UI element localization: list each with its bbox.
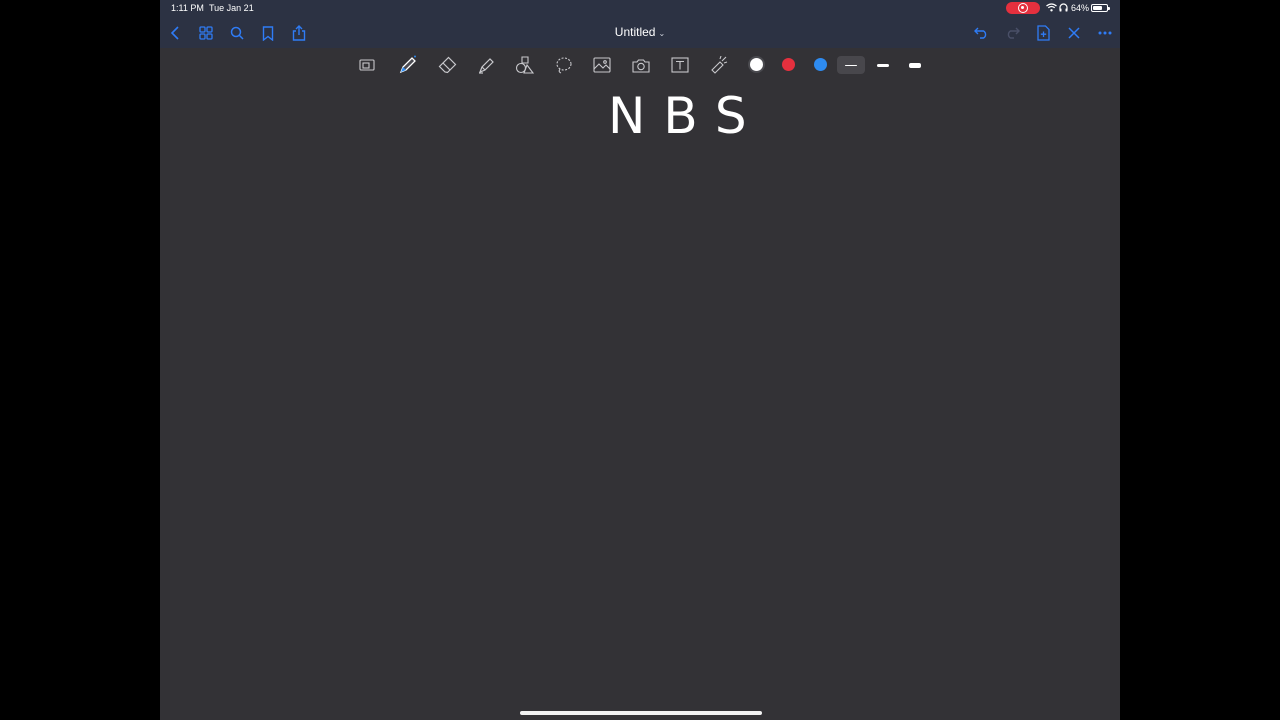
tool-bar (160, 48, 1120, 82)
ipad-screen: 1:11 PM Tue Jan 21 64% Untitled ⌄ NBS (160, 0, 1120, 720)
color-swatch-blue[interactable] (814, 58, 827, 71)
handwritten-text: NBS (608, 87, 765, 145)
more-icon[interactable] (1096, 24, 1114, 42)
lasso-icon[interactable] (554, 55, 574, 75)
zoom-box-icon[interactable] (357, 55, 377, 75)
status-bar: 1:11 PM Tue Jan 21 64% (160, 0, 1120, 16)
screen-recording-indicator[interactable] (1006, 2, 1040, 14)
wifi-icon (1046, 3, 1057, 12)
status-date: Tue Jan 21 (209, 3, 254, 13)
headphones-icon (1059, 3, 1068, 12)
close-icon[interactable] (1065, 24, 1083, 42)
document-title-label: Untitled (614, 25, 656, 39)
text-icon[interactable] (670, 55, 690, 75)
camera-icon[interactable] (631, 55, 651, 75)
chevron-down-icon: ⌄ (658, 29, 666, 38)
stroke-width-medium[interactable] (869, 56, 897, 74)
battery-icon (1091, 4, 1110, 12)
pen-icon[interactable] (398, 55, 418, 75)
image-icon[interactable] (592, 55, 612, 75)
color-swatch-red[interactable] (782, 58, 795, 71)
undo-icon[interactable] (972, 24, 990, 42)
color-swatch-white[interactable] (750, 58, 763, 71)
battery-percentage: 64% (1071, 3, 1090, 13)
home-indicator[interactable] (520, 711, 762, 715)
status-time: 1:11 PM (171, 3, 204, 13)
navigation-bar: Untitled ⌄ (160, 16, 1120, 48)
eraser-icon[interactable] (438, 55, 458, 75)
note-canvas[interactable]: NBS (160, 82, 1120, 720)
redo-icon[interactable] (1003, 24, 1021, 42)
highlighter-icon[interactable] (477, 55, 497, 75)
shapes-icon[interactable] (515, 55, 535, 75)
laser-pointer-icon[interactable] (709, 55, 729, 75)
stroke-width-thin[interactable] (837, 56, 865, 74)
add-page-icon[interactable] (1034, 24, 1052, 42)
stroke-width-thick[interactable] (901, 56, 929, 74)
